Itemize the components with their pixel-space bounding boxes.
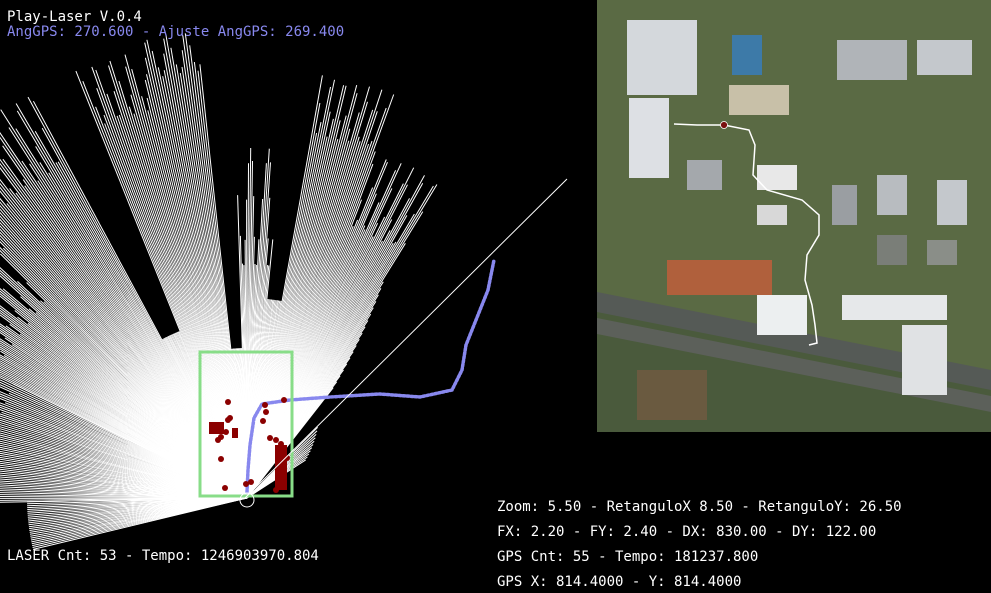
obstacle-point <box>248 479 254 485</box>
obstacle-point <box>215 437 221 443</box>
map-current-position-marker <box>720 121 728 129</box>
factor-readout: FX: 2.20 - FY: 2.40 - DX: 830.00 - DY: 1… <box>497 524 877 540</box>
satellite-map[interactable] <box>597 0 991 432</box>
laser-beams <box>0 33 438 550</box>
obstacle-point <box>262 402 268 408</box>
obstacle-point <box>218 456 224 462</box>
obstacle-point <box>260 418 266 424</box>
obstacle-cluster <box>275 445 287 490</box>
obstacle-point <box>222 485 228 491</box>
obstacle-cluster <box>209 422 224 434</box>
obstacle-point <box>281 397 287 403</box>
satellite-map-image <box>597 0 991 432</box>
obstacle-point <box>273 437 279 443</box>
gps-count-readout: GPS Cnt: 55 - Tempo: 181237.800 <box>497 549 759 565</box>
obstacle-point <box>225 399 231 405</box>
gps-position-readout: GPS X: 814.4000 - Y: 814.4000 <box>497 574 742 590</box>
laser-status: LASER Cnt: 53 - Tempo: 1246903970.804 <box>7 548 319 564</box>
obstacle-point <box>263 409 269 415</box>
obstacle-point <box>267 435 273 441</box>
obstacle-cluster <box>232 428 238 438</box>
zoom-readout: Zoom: 5.50 - RetanguloX 8.50 - Retangulo… <box>497 499 902 515</box>
obstacle-point <box>227 415 233 421</box>
